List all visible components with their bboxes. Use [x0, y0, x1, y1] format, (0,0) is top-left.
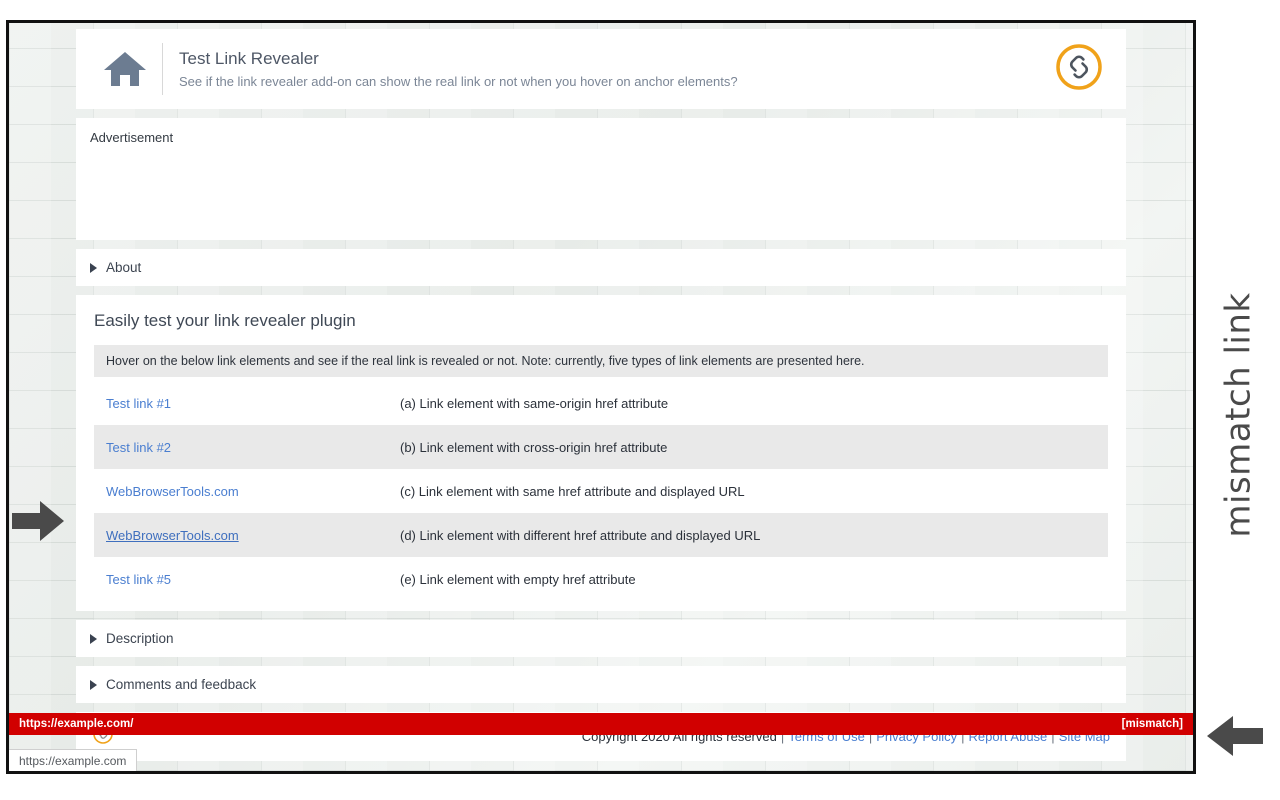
test-link-3[interactable]: WebBrowserTools.com	[106, 484, 400, 499]
annotation-mismatch-link-label: mismatch link	[1219, 292, 1259, 538]
section-comments[interactable]: Comments and feedback	[76, 666, 1126, 703]
link-revealer-bar: https://example.com/ [mismatch]	[9, 713, 1193, 735]
browser-viewport: Test Link Revealer See if the link revea…	[6, 20, 1196, 774]
table-row: Test link #1 (a) Link element with same-o…	[94, 381, 1108, 425]
table-row: Test link #2 (b) Link element with cross-…	[94, 425, 1108, 469]
section-comments-label: Comments and feedback	[106, 677, 257, 692]
header-divider	[162, 43, 163, 95]
table-row: WebBrowserTools.com (c) Link element with…	[94, 469, 1108, 513]
screenshot-root: Test Link Revealer See if the link revea…	[0, 0, 1280, 800]
revealed-url: https://example.com/	[19, 718, 134, 730]
table-row: WebBrowserTools.com (d) Link element with…	[94, 513, 1108, 557]
test-link-2[interactable]: Test link #2	[106, 440, 400, 455]
advertisement-slot: Advertisement	[76, 118, 1126, 240]
test-link-description: (d) Link element with different href att…	[400, 527, 761, 543]
site-header: Test Link Revealer See if the link revea…	[76, 29, 1126, 109]
test-link-table: Test link #1 (a) Link element with same-o…	[94, 381, 1108, 601]
browser-status-tooltip: https://example.com	[9, 749, 138, 771]
test-panel: Easily test your link revealer plugin Ho…	[76, 295, 1126, 611]
home-icon[interactable]	[92, 50, 158, 88]
test-link-description: (e) Link element with empty href attribu…	[400, 571, 636, 587]
instruction-note: Hover on the below link elements and see…	[94, 345, 1108, 377]
web-page: Test Link Revealer See if the link revea…	[76, 23, 1126, 761]
mismatch-flag: [mismatch]	[1121, 718, 1183, 730]
advertisement-label: Advertisement	[90, 130, 174, 145]
section-description-label: Description	[106, 631, 174, 646]
test-link-description: (a) Link element with same-origin href a…	[400, 395, 669, 411]
section-description[interactable]: Description	[76, 620, 1126, 657]
header-text-block: Test Link Revealer See if the link revea…	[179, 48, 1054, 90]
test-link-1[interactable]: Test link #1	[106, 396, 400, 411]
chevron-right-icon	[90, 262, 97, 273]
arrow-left-icon	[1203, 712, 1265, 765]
test-link-description: (c) Link element with same href attribut…	[400, 483, 745, 499]
section-about-label: About	[106, 260, 142, 275]
chevron-right-icon	[90, 679, 97, 690]
link-badge-icon[interactable]	[1054, 42, 1110, 97]
test-link-4[interactable]: WebBrowserTools.com	[106, 528, 400, 543]
section-about[interactable]: About	[76, 249, 1126, 286]
page-subtitle: See if the link revealer add-on can show…	[179, 74, 738, 89]
table-row: Test link #5 (e) Link element with empty …	[94, 557, 1108, 601]
page-title: Test Link Revealer	[179, 49, 319, 68]
test-link-description: (b) Link element with cross-origin href …	[400, 439, 668, 455]
test-link-5[interactable]: Test link #5	[106, 572, 400, 587]
chevron-right-icon	[90, 633, 97, 644]
test-panel-heading: Easily test your link revealer plugin	[94, 311, 356, 330]
arrow-right-icon	[10, 497, 66, 550]
